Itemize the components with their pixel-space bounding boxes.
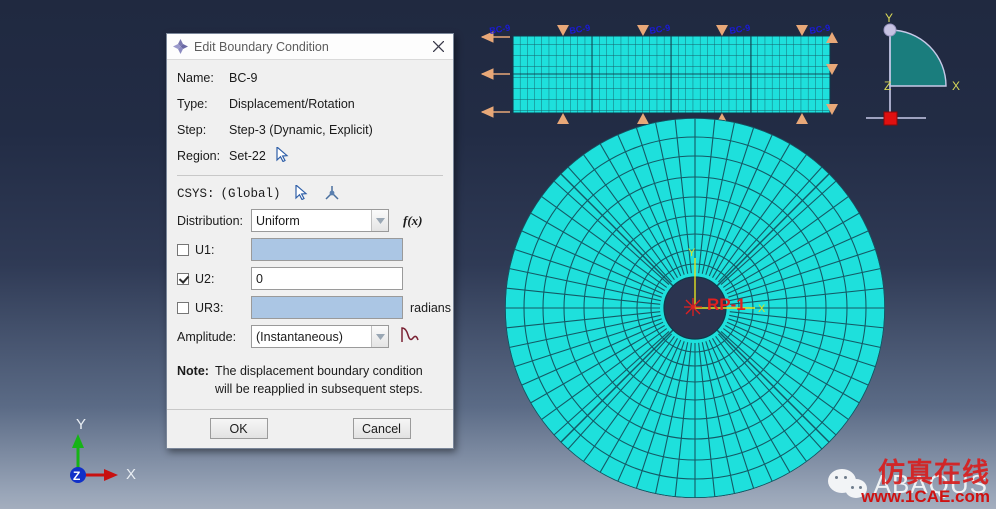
brand-chinese-block: 仿真在线 www.1CAE.com bbox=[861, 460, 990, 507]
dialog-body: Name: BC-9 Type: Displacement/Rotation S… bbox=[167, 60, 453, 410]
u1-input[interactable] bbox=[251, 238, 403, 261]
triad-x-label: X bbox=[126, 466, 137, 483]
distribution-row: Distribution: Uniform f(x) bbox=[177, 207, 443, 234]
svg-text:BC-9: BC-9 bbox=[729, 22, 751, 35]
distribution-label: Distribution: bbox=[177, 213, 243, 228]
dof-row-u2: U2: bbox=[177, 265, 443, 292]
ur3-checkbox[interactable] bbox=[177, 301, 189, 314]
amplitude-select[interactable]: (Instantaneous) bbox=[251, 325, 389, 348]
distribution-value: Uniform bbox=[256, 213, 300, 228]
note-block: Note: The displacement boundary conditio… bbox=[177, 352, 443, 409]
triad-tr-y-label: Y bbox=[885, 11, 893, 25]
svg-text:BC-9: BC-9 bbox=[489, 22, 511, 35]
triad-y-label: Y bbox=[76, 416, 87, 433]
dialog-button-bar: OK Cancel bbox=[167, 409, 453, 449]
step-label: Step: bbox=[177, 123, 207, 137]
name-label: Name: bbox=[177, 71, 214, 85]
brand-url: www.1CAE.com bbox=[861, 487, 990, 507]
disc-mesh-assembly: Y X RP-1 bbox=[505, 118, 885, 498]
bc-labels: BC-9 BC-9 BC-9 BC-9 BC-9 bbox=[489, 22, 831, 35]
note-prefix: Note: bbox=[177, 364, 209, 378]
quarter-arc-shape bbox=[889, 29, 947, 87]
fx-icon[interactable]: f(x) bbox=[403, 213, 423, 229]
dialog-title: Edit Boundary Condition bbox=[194, 39, 329, 54]
chevron-down-icon[interactable] bbox=[371, 210, 388, 231]
rotation-axis-triad: Y X Z bbox=[866, 11, 960, 126]
ur3-unit: radians bbox=[410, 300, 451, 315]
csys-value: (Global) bbox=[220, 187, 281, 201]
u2-input[interactable] bbox=[251, 267, 403, 290]
amplitude-value: (Instantaneous) bbox=[256, 329, 343, 344]
reference-point-label: RP-1 bbox=[707, 295, 746, 314]
ok-button[interactable]: OK bbox=[209, 418, 268, 440]
close-icon[interactable] bbox=[427, 37, 449, 57]
abaqus-window: BC-9 BC-9 BC-9 BC-9 BC-9 Y X RP-1 Y X Z … bbox=[0, 0, 996, 509]
type-label: Type: bbox=[177, 97, 208, 111]
field-region-row: Region: Set-22 bbox=[177, 144, 443, 168]
note-line-2: will be reapplied in subsequent steps. bbox=[214, 382, 423, 397]
svg-text:BC-9: BC-9 bbox=[649, 22, 671, 35]
cancel-button[interactable]: Cancel bbox=[352, 418, 411, 440]
svg-text:BC-9: BC-9 bbox=[809, 22, 831, 35]
bc-diamond-icon bbox=[173, 39, 188, 54]
csys-row: CSYS: (Global) bbox=[177, 181, 443, 207]
ur3-label: UR3: bbox=[195, 300, 224, 315]
field-step-row: Step: Step-3 (Dynamic, Explicit) bbox=[177, 118, 443, 142]
cursor-pick-icon[interactable] bbox=[294, 183, 308, 203]
axis-triad-icon[interactable] bbox=[324, 185, 340, 204]
u2-checkbox[interactable] bbox=[177, 272, 189, 285]
region-value: Set-22 bbox=[229, 149, 266, 163]
step-value: Step-3 (Dynamic, Explicit) bbox=[229, 123, 373, 137]
region-pick-cursor-icon[interactable] bbox=[276, 145, 289, 165]
csys-label: CSYS: bbox=[177, 187, 215, 201]
bc-arrows-top bbox=[557, 25, 808, 36]
strip-mesh bbox=[512, 35, 831, 114]
dof-row-u1: U1: bbox=[177, 236, 443, 263]
rp-y-label: Y bbox=[688, 247, 696, 259]
triad-z-label: Z bbox=[73, 469, 80, 483]
triad-tr-z-label: Z bbox=[884, 79, 891, 93]
dof-row-ur3: UR3: radians bbox=[177, 294, 451, 321]
name-value: BC-9 bbox=[229, 71, 258, 85]
brand-chinese-text: 仿真在线 bbox=[878, 458, 990, 490]
u1-label: U1: bbox=[195, 242, 215, 257]
region-label: Region: bbox=[177, 149, 221, 163]
global-coordinate-triad: Z Y X bbox=[60, 416, 160, 490]
amplitude-curve-icon[interactable] bbox=[400, 326, 420, 347]
rp-x-label: X bbox=[758, 303, 766, 315]
triad-tr-x-label: X bbox=[952, 79, 960, 93]
type-value: Displacement/Rotation bbox=[229, 97, 355, 111]
note-line-1: The displacement boundary condition bbox=[214, 364, 423, 378]
bc-arrows-left bbox=[480, 31, 510, 118]
field-name-row: Name: BC-9 bbox=[177, 66, 443, 90]
u2-label: U2: bbox=[195, 271, 215, 286]
ur3-input[interactable] bbox=[251, 296, 403, 319]
amplitude-row: Amplitude: (Instantaneous) bbox=[177, 323, 443, 350]
model-viewport[interactable]: BC-9 BC-9 BC-9 BC-9 BC-9 Y X RP-1 Y X Z … bbox=[0, 0, 996, 509]
amplitude-label: Amplitude: bbox=[177, 329, 237, 344]
field-type-row: Type: Displacement/Rotation bbox=[177, 92, 443, 116]
rp-star-icon bbox=[684, 298, 702, 316]
edit-boundary-condition-dialog[interactable]: Edit Boundary Condition Name: BC-9 Type:… bbox=[166, 33, 454, 450]
dialog-titlebar[interactable]: Edit Boundary Condition bbox=[167, 34, 453, 60]
divider-1 bbox=[177, 175, 443, 176]
distribution-select[interactable]: Uniform bbox=[251, 209, 389, 232]
u1-checkbox[interactable] bbox=[177, 243, 189, 256]
chevron-down-icon[interactable] bbox=[371, 326, 388, 347]
svg-text:BC-9: BC-9 bbox=[569, 22, 591, 35]
